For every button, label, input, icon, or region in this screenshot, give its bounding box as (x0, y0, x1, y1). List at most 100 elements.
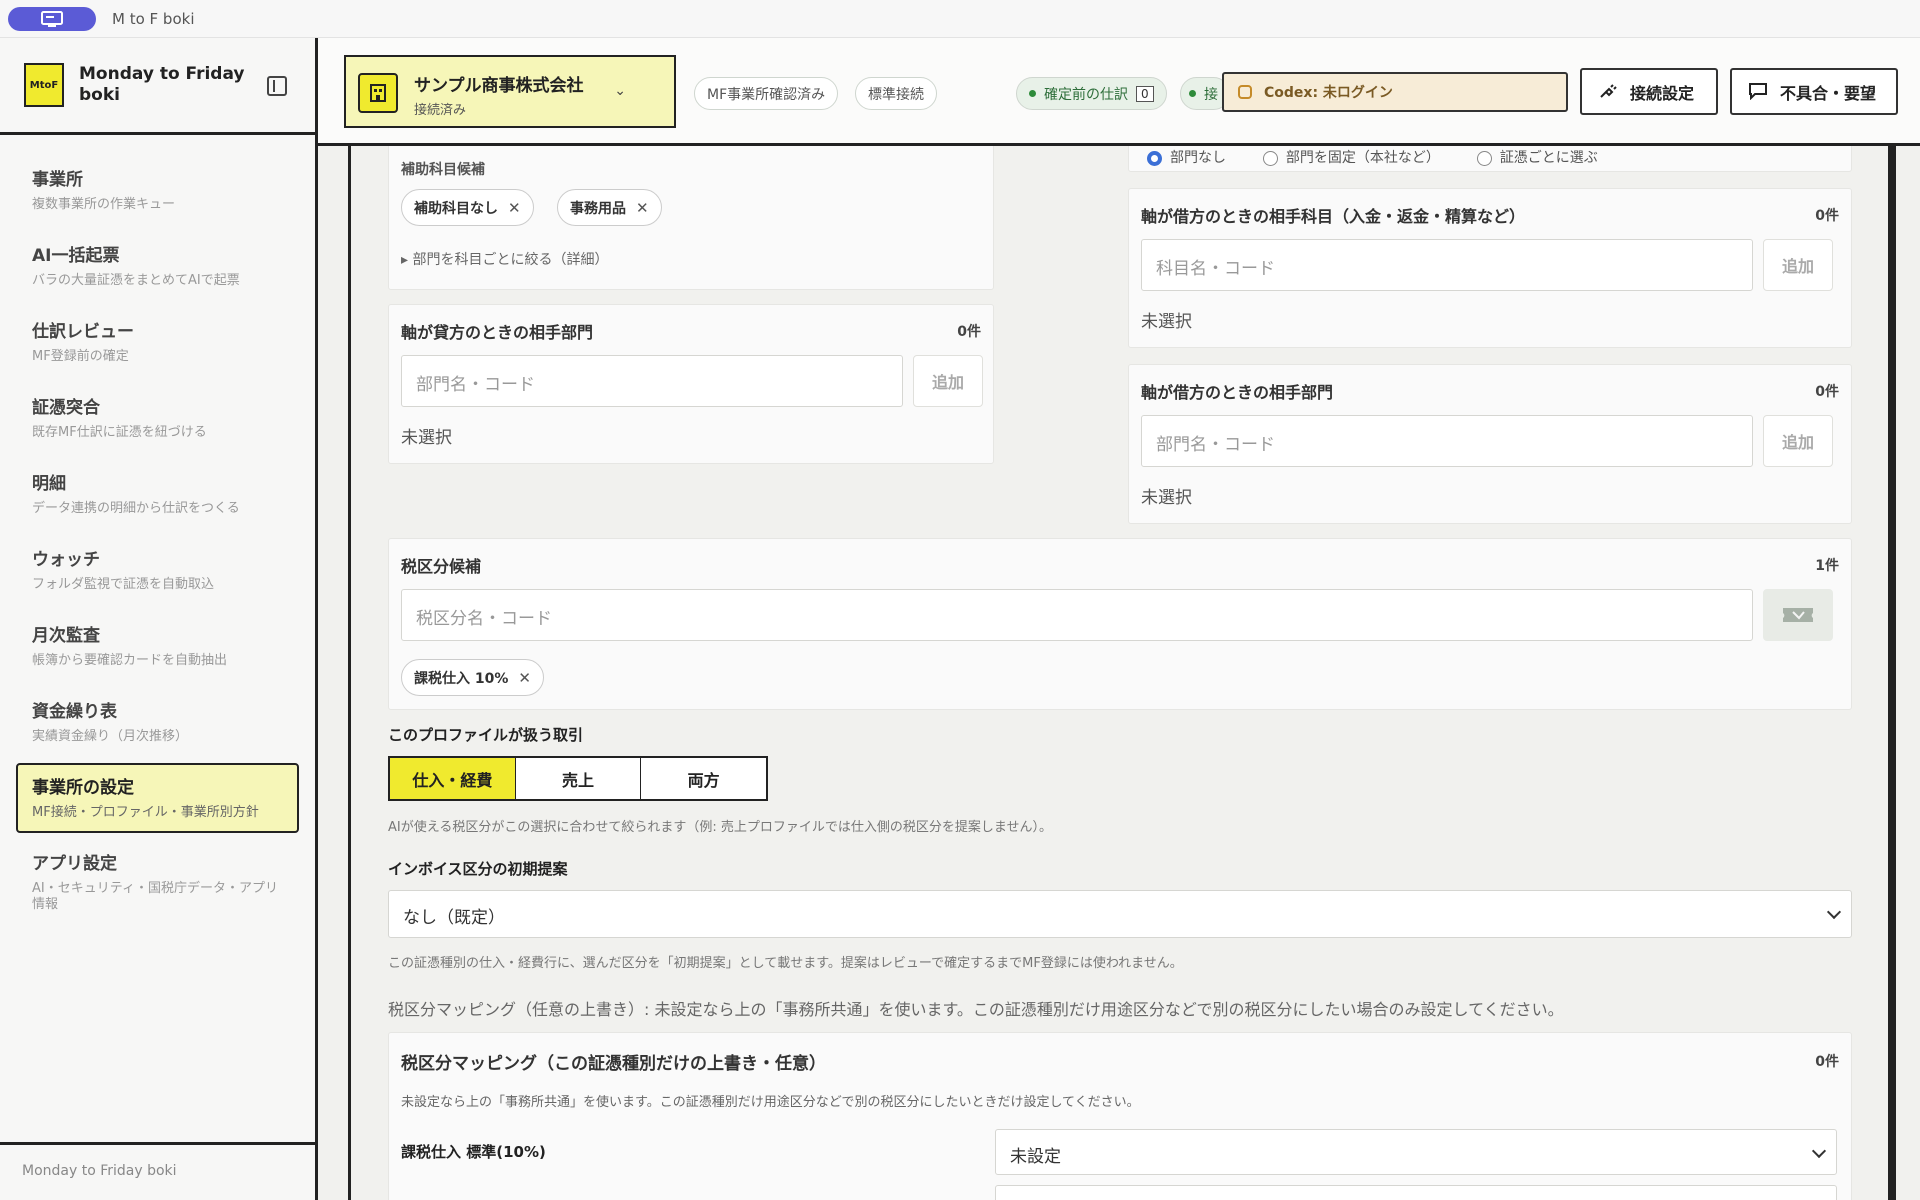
connection-settings-button[interactable]: 接続設定 (1580, 68, 1718, 115)
sidebar-collapse-icon[interactable] (267, 76, 287, 96)
sidebar-title: Monday to Friday boki (79, 64, 245, 105)
dept-detail-toggle[interactable]: ▸ 部門を科目ごとに絞る（詳細） (401, 249, 608, 269)
credit-dept-label: 軸が貸方のときの相手部門 (401, 323, 594, 342)
close-icon[interactable]: ✕ (636, 199, 649, 217)
mapping-row-select[interactable]: 未設定 (995, 1129, 1837, 1175)
sidebar-item-sub: 複数事業所の作業キュー (32, 197, 176, 212)
sidebar-item-label: ウォッチ (32, 550, 100, 570)
sidebar-item-label: 月次監査 (32, 626, 100, 646)
sidebar-item-journal-review[interactable]: 仕訳レビュー MF登録前の確定 (16, 307, 299, 377)
content-divider (348, 146, 351, 1200)
debit-dept-input[interactable]: 部門名・コード (1141, 415, 1753, 467)
sidebar-item-sub: フォルダ監視で証憑を自動取込 (32, 577, 215, 592)
credit-dept-unselected: 未選択 (401, 428, 452, 448)
pending-journal-label: 確定前の仕訳 (1044, 86, 1128, 103)
radio-no-dept[interactable] (1147, 150, 1162, 166)
sidebar-nav: 事業所複数事業所の作業キュー AI一括起票 バラの大量証憑をまとめてAIで起票 仕… (0, 135, 315, 912)
sidebar-item-label: 事業所の設定 (32, 778, 134, 798)
sidebar-footer: Monday to Friday boki (0, 1142, 315, 1200)
sidebar-item-ai-batch[interactable]: AI一括起票 バラの大量証憑をまとめてAIで起票 (16, 231, 299, 301)
chip-sub-account-none[interactable]: 補助科目なし ✕ (401, 189, 534, 226)
mapping-note: 税区分マッピング（任意の上書き）: 未設定なら上の「事務所共通」を使います。この… (388, 1000, 1564, 1019)
mf-verified-badge: MF事業所確認済み (694, 77, 839, 110)
report-issue-label: 不具合・要望 (1780, 83, 1877, 103)
chip-label: 補助科目なし (414, 200, 498, 217)
sidebar-item-statements[interactable]: 明細 データ連携の明細から仕訳をつくる (16, 459, 299, 529)
segment-both[interactable]: 両方 (641, 758, 766, 799)
debit-dept-count: 0件 (1815, 384, 1839, 400)
credit-dept-input[interactable]: 部門名・コード (401, 355, 903, 407)
top-header: サンプル商事株式会社 接続済み ⌄ MF事業所確認済み 標準接続 確定前の仕訳 … (318, 38, 1920, 146)
connection-settings-label: 接続設定 (1630, 83, 1695, 103)
app-badge[interactable] (8, 6, 96, 31)
debit-account-count: 0件 (1815, 208, 1839, 224)
sidebar-item-label: 証憑突合 (32, 398, 100, 418)
codex-login-status[interactable]: Codex: 未ログイン (1222, 72, 1568, 112)
ticket-icon (1783, 608, 1813, 622)
segment-sales[interactable]: 売上 (516, 758, 642, 799)
profile-tx-label: このプロファイルが扱う取引 (388, 726, 584, 744)
invoice-select[interactable]: なし（既定） (388, 890, 1852, 938)
segment-note: AIが使える税区分がこの選択に合わせて絞られます（例: 売上プロファイルでは仕入… (388, 820, 1052, 835)
status-dot-icon (1189, 90, 1196, 97)
sidebar-item-matching[interactable]: 証憑突合既存MF仕訳に証憑を紐づける (16, 383, 299, 453)
mapping-card: 税区分マッピング（この証憑種別だけの上書き・任意） 0件 未設定なら上の「事務所… (388, 1032, 1852, 1200)
radio-per-document[interactable] (1476, 150, 1492, 166)
company-selector[interactable]: サンプル商事株式会社 接続済み ⌄ (344, 55, 676, 128)
company-name: サンプル商事株式会社 (414, 76, 584, 96)
debit-dept-add-button[interactable]: 追加 (1763, 415, 1833, 467)
debit-account-label: 軸が借方のときの相手科目（入金・返金・精算など） (1141, 207, 1526, 226)
debit-account-input[interactable]: 科目名・コード (1141, 239, 1753, 291)
sidebar-item-sub: MF登録前の確定 (32, 349, 129, 364)
sidebar-item-label: 仕訳レビュー (32, 322, 134, 342)
debit-dept-card: 軸が借方のときの相手部門 0件 部門名・コード 追加 未選択 (1128, 364, 1852, 524)
sidebar-item-monthly-audit[interactable]: 月次監査 帳簿から要確認カードを自動抽出 (16, 611, 299, 681)
sidebar-item-label: AI一括起票 (32, 246, 120, 266)
mapping-row-value: 未設定 (1010, 1147, 1061, 1167)
debit-account-card: 軸が借方のときの相手科目（入金・返金・精算など） 0件 科目名・コード 追加 未… (1128, 188, 1852, 348)
close-icon[interactable]: ✕ (518, 669, 531, 687)
sidebar-item-watch[interactable]: ウォッチフォルダ監視で証憑を自動取込 (16, 535, 299, 605)
radio-label: 部門を固定（本社など） (1285, 150, 1440, 166)
sidebar-item-offices[interactable]: 事業所複数事業所の作業キュー (16, 155, 299, 225)
mapping-row-select-next[interactable] (995, 1185, 1837, 1200)
sub-account-card: 補助科目候補 補助科目なし ✕ 事務用品 ✕ ▸ 部門を科目ごとに絞る（詳細） (388, 146, 994, 290)
chevron-down-icon (1811, 1143, 1827, 1159)
sidebar-item-sub: 実績資金繰り（月次推移） (32, 729, 189, 744)
scrollbar[interactable] (1888, 146, 1896, 1200)
tax-candidates-add-button[interactable] (1763, 589, 1833, 641)
sidebar-item-cashflow[interactable]: 資金繰り表 実績資金繰り（月次推移） (16, 687, 299, 757)
chip-label: 課税仕入 10% (414, 670, 509, 687)
sidebar-item-label: 明細 (32, 474, 66, 494)
radio-label: 部門なし (1170, 150, 1226, 166)
tax-candidates-input[interactable]: 税区分名・コード (401, 589, 1753, 641)
tax-candidates-count: 1件 (1815, 558, 1839, 574)
status-dot-icon (1029, 90, 1036, 97)
pending-journal-badge[interactable]: 確定前の仕訳 0 (1016, 77, 1167, 110)
sidebar-item-app-settings[interactable]: アプリ設定 AI・セキュリティ・国税庁データ・アプリ情報 (16, 839, 299, 912)
sidebar-item-label: アプリ設定 (32, 854, 117, 874)
sidebar-item-office-settings[interactable]: 事業所の設定 MF接続・プロファイル・事業所別方針 (16, 763, 299, 833)
building-icon (358, 73, 398, 113)
segment-purchase[interactable]: 仕入・経費 (390, 758, 516, 799)
debit-account-add-button[interactable]: 追加 (1763, 239, 1833, 291)
sidebar-item-sub: MF接続・プロファイル・事業所別方針 (32, 805, 259, 820)
mapping-card-desc: 未設定なら上の「事務所共通」を使います。この証憑種別だけ用途区分などで別の税区分… (401, 1095, 1140, 1110)
tax-candidates-card: 税区分候補 1件 税区分名・コード 課税仕入 10% ✕ (388, 538, 1852, 710)
credit-dept-add-button[interactable]: 追加 (913, 355, 983, 407)
window-title: M to F boki (112, 9, 195, 28)
report-issue-button[interactable]: 不具合・要望 (1730, 68, 1898, 115)
standard-connection-badge: 標準接続 (855, 77, 937, 110)
chip-sub-account-office-supplies[interactable]: 事務用品 ✕ (557, 189, 662, 226)
codex-label: Codex: 未ログイン (1264, 85, 1393, 101)
chip-tax-10[interactable]: 課税仕入 10% ✕ (401, 659, 544, 696)
connection-badge-label: 接 (1204, 86, 1218, 103)
invoice-label: インボイス区分の初期提案 (388, 860, 568, 878)
radio-fixed-dept[interactable] (1262, 150, 1278, 166)
chevron-down-icon (1826, 904, 1842, 920)
chevron-down-icon: ⌄ (614, 83, 626, 99)
close-icon[interactable]: ✕ (508, 199, 521, 217)
sidebar-item-label: 事業所 (32, 170, 83, 190)
sidebar-item-sub: 既存MF仕訳に証憑を紐づける (32, 425, 207, 440)
mapping-card-label: 税区分マッピング（この証憑種別だけの上書き・任意） (401, 1054, 826, 1074)
